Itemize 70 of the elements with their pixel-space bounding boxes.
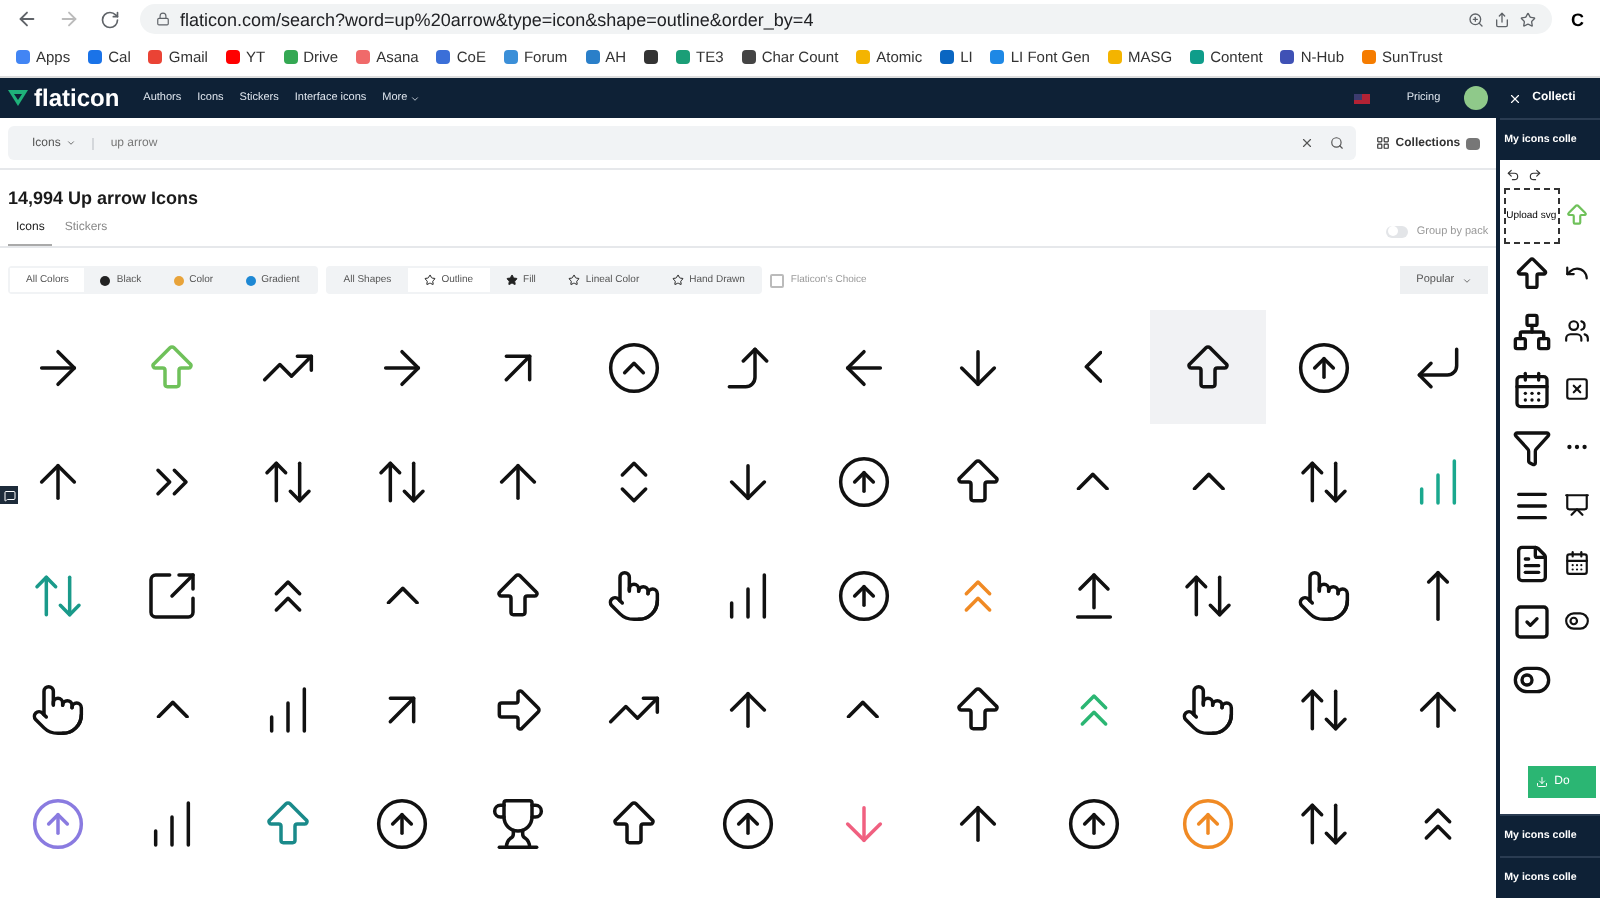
hierarchy-icon <box>1511 311 1552 351</box>
profile-initial[interactable]: C <box>1571 9 1584 29</box>
expand-icon <box>144 567 201 623</box>
users-icon <box>1564 318 1591 344</box>
grid-icon <box>1375 136 1390 150</box>
chevron-up-icon <box>386 585 420 605</box>
icon-result-tile[interactable] <box>1150 310 1267 424</box>
circle-arrow-up-icon <box>1065 795 1122 851</box>
group-toggle[interactable] <box>1386 225 1409 237</box>
chevron-up-icon <box>1191 471 1226 491</box>
address-bar[interactable]: flaticon.com/search?word=up%20arrow&type=icon&shape=outline&order_by=4 <box>140 4 1551 34</box>
reload-icon[interactable] <box>100 9 120 29</box>
search-icon[interactable] <box>1329 136 1344 150</box>
checkbox[interactable] <box>770 273 785 287</box>
circle-arrow-up-icon <box>1295 339 1352 395</box>
document-icon <box>1511 543 1552 583</box>
chat-widget-icon[interactable] <box>0 486 18 504</box>
caret-icon <box>1462 275 1473 285</box>
clear-icon[interactable] <box>1299 136 1314 150</box>
calendar-icon <box>1564 550 1591 576</box>
circle-arrow-up-icon <box>835 567 892 623</box>
undo-icon[interactable] <box>1506 168 1521 182</box>
filter-icon <box>1511 427 1552 467</box>
zoom-icon[interactable] <box>1467 11 1483 27</box>
circle-chevron-up-icon <box>605 339 661 395</box>
star-icon <box>505 274 518 286</box>
chevron-up-icon <box>1076 471 1111 491</box>
calendar-icon <box>1511 369 1552 409</box>
chevron-up-icon <box>846 699 880 719</box>
presentation-icon <box>1564 492 1591 518</box>
bookmark-favicon[interactable] <box>1280 50 1295 64</box>
star-outline-icon <box>567 274 580 286</box>
bookmark-favicon[interactable] <box>741 50 756 64</box>
bookmark-favicon[interactable] <box>644 50 659 64</box>
results-heading: 14,994 Up arrow Icons <box>6 186 201 212</box>
chevron-up-icon <box>155 699 190 719</box>
chevron-left-icon <box>1083 350 1103 384</box>
back-icon[interactable] <box>16 8 38 30</box>
avatar-icon[interactable] <box>1464 86 1489 110</box>
pointing-hand-icon <box>605 567 661 623</box>
trophy-icon <box>489 795 546 851</box>
chat-bubble-icon <box>3 489 15 501</box>
thick-arrow-up-icon <box>1564 202 1591 228</box>
collection-thumb-icon <box>1466 137 1481 149</box>
circle-arrow-up-icon <box>374 795 431 851</box>
bookmark-favicon[interactable] <box>940 50 955 64</box>
pointing-hand-icon <box>1180 681 1237 737</box>
toggle-icon <box>1564 608 1591 634</box>
bookmark-star-icon[interactable] <box>1519 11 1535 27</box>
share-icon[interactable] <box>1493 11 1509 27</box>
circle-arrow-up-icon <box>835 453 892 509</box>
download-icon <box>1536 776 1549 788</box>
logo-text[interactable]: flaticon <box>34 84 120 112</box>
star-outline-icon <box>423 274 436 286</box>
checkbox-icon <box>1511 601 1552 641</box>
pointing-hand-icon <box>29 681 86 737</box>
logo-icon <box>8 88 28 108</box>
circle-arrow-up-icon <box>29 795 86 851</box>
caret-icon <box>66 138 77 148</box>
circle-arrow-up-icon <box>720 795 777 851</box>
circle-arrow-up-icon <box>1180 795 1237 851</box>
close-icon[interactable] <box>1508 91 1523 105</box>
flag-icon[interactable] <box>1354 93 1371 103</box>
caret-icon <box>409 93 420 103</box>
lock-icon <box>156 12 170 26</box>
pointing-hand-icon <box>1295 567 1352 623</box>
close-square-icon <box>1564 376 1591 402</box>
star-outline-icon <box>671 274 684 286</box>
thick-arrow-up-icon <box>1511 253 1552 293</box>
redo-icon[interactable] <box>1528 168 1543 182</box>
